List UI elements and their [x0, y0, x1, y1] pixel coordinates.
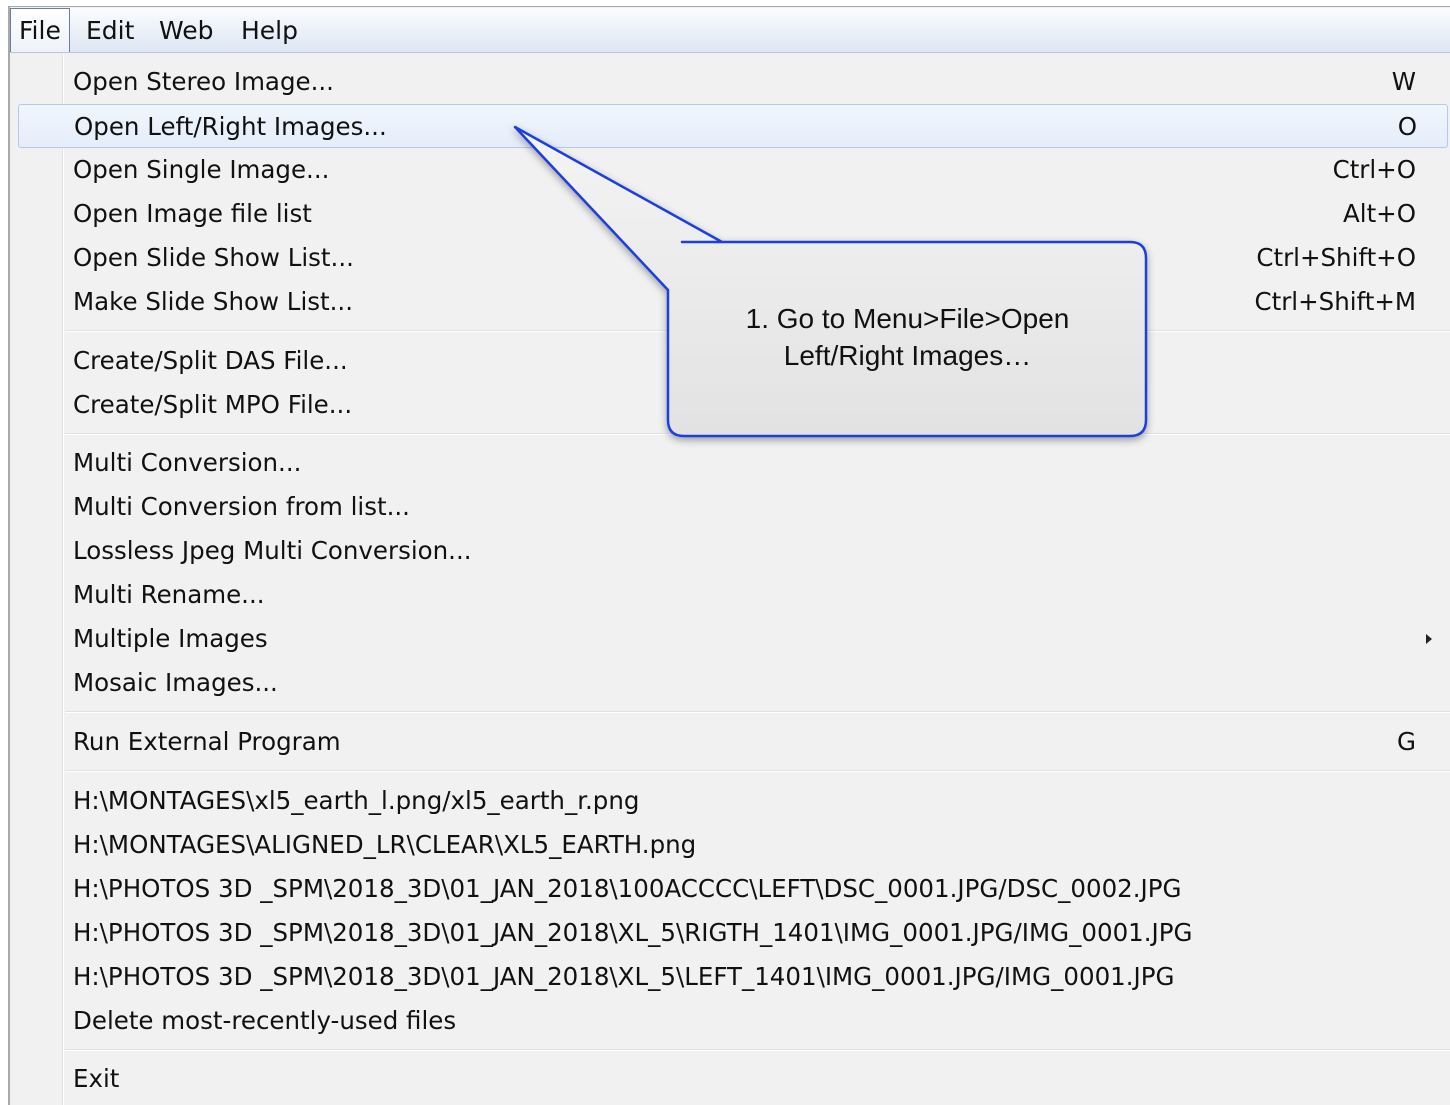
menu-item-mosaic-images[interactable]: Mosaic Images...: [14, 661, 1450, 705]
menu-item-label: Make Slide Show List...: [73, 287, 353, 316]
menu-item-shortcut: G: [1397, 727, 1416, 756]
menu-item-label: Open Image file list: [73, 199, 312, 228]
menu-item-lossless-jpeg-multi-conversion[interactable]: Lossless Jpeg Multi Conversion...: [14, 529, 1450, 573]
menu-item-label: Lossless Jpeg Multi Conversion...: [73, 536, 472, 565]
menu-separator: [65, 770, 1450, 772]
menu-item-label: Create/Split MPO File...: [73, 390, 353, 419]
menu-item-label: H:\PHOTOS 3D _SPM\2018_3D\01_JAN_2018\XL…: [73, 962, 1175, 991]
menu-item-open-stereo-image[interactable]: Open Stereo Image... W: [14, 60, 1450, 104]
menu-item-shortcut: Alt+O: [1343, 199, 1416, 228]
menu-item-shortcut: W: [1391, 67, 1416, 96]
menu-item-shortcut: Ctrl+Shift+O: [1256, 243, 1416, 272]
menu-file[interactable]: File: [10, 8, 70, 52]
menu-item-label: Open Stereo Image...: [73, 67, 334, 96]
menu-item-recent-file-5[interactable]: H:\PHOTOS 3D _SPM\2018_3D\01_JAN_2018\XL…: [14, 955, 1450, 999]
menu-item-shortcut: O: [1397, 112, 1417, 141]
file-dropdown-menu: Open Stereo Image... W Open Left/Right I…: [14, 54, 1450, 1105]
menu-item-label: Multi Conversion from list...: [73, 492, 410, 521]
menu-item-open-left-right-images[interactable]: Open Left/Right Images... O: [18, 104, 1448, 148]
callout-text: 1. Go to Menu>File>Open Left/Right Image…: [680, 300, 1135, 374]
menu-item-open-image-file-list[interactable]: Open Image file list Alt+O: [14, 192, 1450, 236]
menu-item-multiple-images[interactable]: Multiple Images: [14, 617, 1450, 661]
menu-item-label: Exit: [73, 1064, 120, 1093]
menu-edit[interactable]: Edit: [78, 8, 142, 53]
menu-web[interactable]: Web: [151, 8, 222, 53]
menu-item-multi-conversion[interactable]: Multi Conversion...: [14, 441, 1450, 485]
menu-item-open-slide-show-list[interactable]: Open Slide Show List... Ctrl+Shift+O: [14, 236, 1450, 280]
callout-line-1: 1. Go to Menu>File>Open: [745, 303, 1070, 334]
menu-item-label: Open Single Image...: [73, 155, 330, 184]
menu-item-recent-file-3[interactable]: H:\PHOTOS 3D _SPM\2018_3D\01_JAN_2018\10…: [14, 867, 1450, 911]
menu-item-label: Run External Program: [73, 727, 341, 756]
menu-item-recent-file-2[interactable]: H:\MONTAGES\ALIGNED_LR\CLEAR\XL5_EARTH.p…: [14, 823, 1450, 867]
menu-item-multi-conversion-from-list[interactable]: Multi Conversion from list...: [14, 485, 1450, 529]
menu-separator: [65, 711, 1450, 713]
menu-item-recent-file-1[interactable]: H:\MONTAGES\xl5_earth_l.png/xl5_earth_r.…: [14, 779, 1450, 823]
menu-item-recent-file-4[interactable]: H:\PHOTOS 3D _SPM\2018_3D\01_JAN_2018\XL…: [14, 911, 1450, 955]
menu-item-label: Delete most-recently-used files: [73, 1006, 457, 1035]
menu-item-label: Multiple Images: [73, 624, 268, 653]
menu-item-label: Mosaic Images...: [73, 668, 278, 697]
menu-item-delete-mru-files[interactable]: Delete most-recently-used files: [14, 999, 1450, 1043]
menu-item-label: Multi Rename...: [73, 580, 265, 609]
menu-item-shortcut: Ctrl+Shift+M: [1254, 287, 1416, 316]
submenu-arrow-icon: [1426, 634, 1432, 644]
menu-item-label: Create/Split DAS File...: [73, 346, 348, 375]
menu-item-label: H:\PHOTOS 3D _SPM\2018_3D\01_JAN_2018\10…: [73, 874, 1182, 903]
menu-item-label: Open Slide Show List...: [73, 243, 354, 272]
menu-item-label: H:\MONTAGES\ALIGNED_LR\CLEAR\XL5_EARTH.p…: [73, 830, 697, 859]
menu-separator: [65, 433, 1450, 435]
menu-item-multi-rename[interactable]: Multi Rename...: [14, 573, 1450, 617]
callout-line-2: Left/Right Images…: [783, 340, 1032, 371]
menu-item-label: Multi Conversion...: [73, 448, 302, 477]
menu-item-label: H:\PHOTOS 3D _SPM\2018_3D\01_JAN_2018\XL…: [73, 918, 1193, 947]
menu-item-create-split-mpo-file[interactable]: Create/Split MPO File...: [14, 383, 1450, 427]
menu-item-open-single-image[interactable]: Open Single Image... Ctrl+O: [14, 148, 1450, 192]
menu-separator: [65, 1049, 1450, 1051]
menu-item-shortcut: Ctrl+O: [1332, 155, 1416, 184]
menu-item-run-external-program[interactable]: Run External Program G: [14, 720, 1450, 764]
menu-item-label: H:\MONTAGES\xl5_earth_l.png/xl5_earth_r.…: [73, 786, 640, 815]
menu-help[interactable]: Help: [233, 8, 306, 53]
menu-item-exit[interactable]: Exit: [14, 1057, 1450, 1101]
menu-bar: File Edit Web Help: [10, 8, 1450, 53]
menu-item-label: Open Left/Right Images...: [74, 112, 387, 141]
